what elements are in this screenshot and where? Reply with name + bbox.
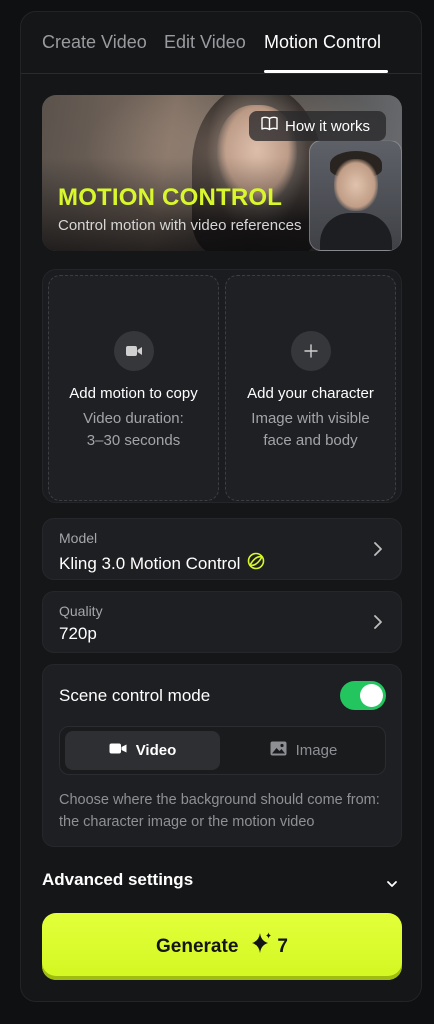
add-character-hint: Image with visible face and body	[251, 410, 370, 449]
banner-title: MOTION CONTROL	[58, 184, 283, 211]
video-camera-icon	[109, 742, 127, 759]
quality-value: 720p	[59, 624, 97, 643]
scene-control-card: Scene control mode Video Image Choose wh…	[42, 664, 402, 847]
tab-create-video[interactable]: Create Video	[42, 32, 147, 53]
how-it-works-button[interactable]: How it works	[249, 111, 386, 141]
chevron-down-icon	[386, 875, 398, 893]
how-it-works-label: How it works	[285, 117, 371, 135]
tab-bar: Create Video Edit Video Motion Control	[21, 12, 421, 74]
scene-option-video-label: Video	[135, 742, 177, 759]
tab-motion-control[interactable]: Motion Control	[264, 32, 381, 53]
generate-label: Generate	[156, 935, 239, 957]
scene-control-title: Scene control mode	[59, 686, 211, 705]
motion-control-panel: Create Video Edit Video Motion Control H…	[20, 11, 422, 1002]
advanced-settings-toggle[interactable]: Advanced settings	[42, 870, 402, 894]
active-tab-indicator	[264, 70, 388, 73]
add-motion-upload[interactable]: Add motion to copy Video duration: 3–30 …	[48, 275, 219, 501]
credit-cost-value: 7	[277, 935, 288, 957]
video-camera-icon	[114, 331, 154, 371]
scene-control-description: Choose where the background should come …	[59, 792, 380, 830]
quality-label: Quality	[59, 603, 103, 619]
generate-button[interactable]: Generate 7	[42, 913, 402, 980]
banner-inset-photo	[309, 140, 402, 251]
scene-option-video[interactable]: Video	[65, 731, 220, 770]
credit-cost: 7	[248, 931, 288, 963]
book-icon	[261, 116, 278, 136]
chevron-right-icon	[373, 614, 383, 635]
model-value: Kling 3.0 Motion Control	[59, 553, 241, 573]
quality-selector[interactable]: Quality 720p	[42, 591, 402, 653]
motion-control-banner: How it works MOTION CONTROL Control moti…	[42, 95, 402, 251]
image-icon	[270, 741, 287, 760]
add-motion-hint: Video duration: 3–30 seconds	[83, 410, 184, 449]
tab-edit-video[interactable]: Edit Video	[164, 32, 246, 53]
banner-subtitle: Control motion with video references	[58, 217, 302, 234]
model-selector[interactable]: Model Kling 3.0 Motion Control	[42, 518, 402, 580]
add-character-upload[interactable]: Add your character Image with visible fa…	[225, 275, 396, 501]
chevron-right-icon	[373, 541, 383, 562]
scene-source-segmented-control: Video Image	[59, 726, 386, 775]
add-character-title: Add your character	[247, 385, 374, 402]
model-label: Model	[59, 530, 98, 546]
scene-option-image[interactable]: Image	[226, 731, 381, 770]
sparkle-icon	[248, 931, 274, 963]
toggle-knob	[360, 684, 383, 707]
upload-area: Add motion to copy Video duration: 3–30 …	[42, 269, 402, 503]
scene-control-toggle[interactable]	[340, 681, 386, 710]
plus-icon	[291, 331, 331, 371]
advanced-settings-label: Advanced settings	[42, 870, 194, 889]
kling-logo-icon	[246, 551, 266, 576]
add-motion-title: Add motion to copy	[69, 385, 198, 402]
scene-option-image-label: Image	[295, 742, 338, 759]
